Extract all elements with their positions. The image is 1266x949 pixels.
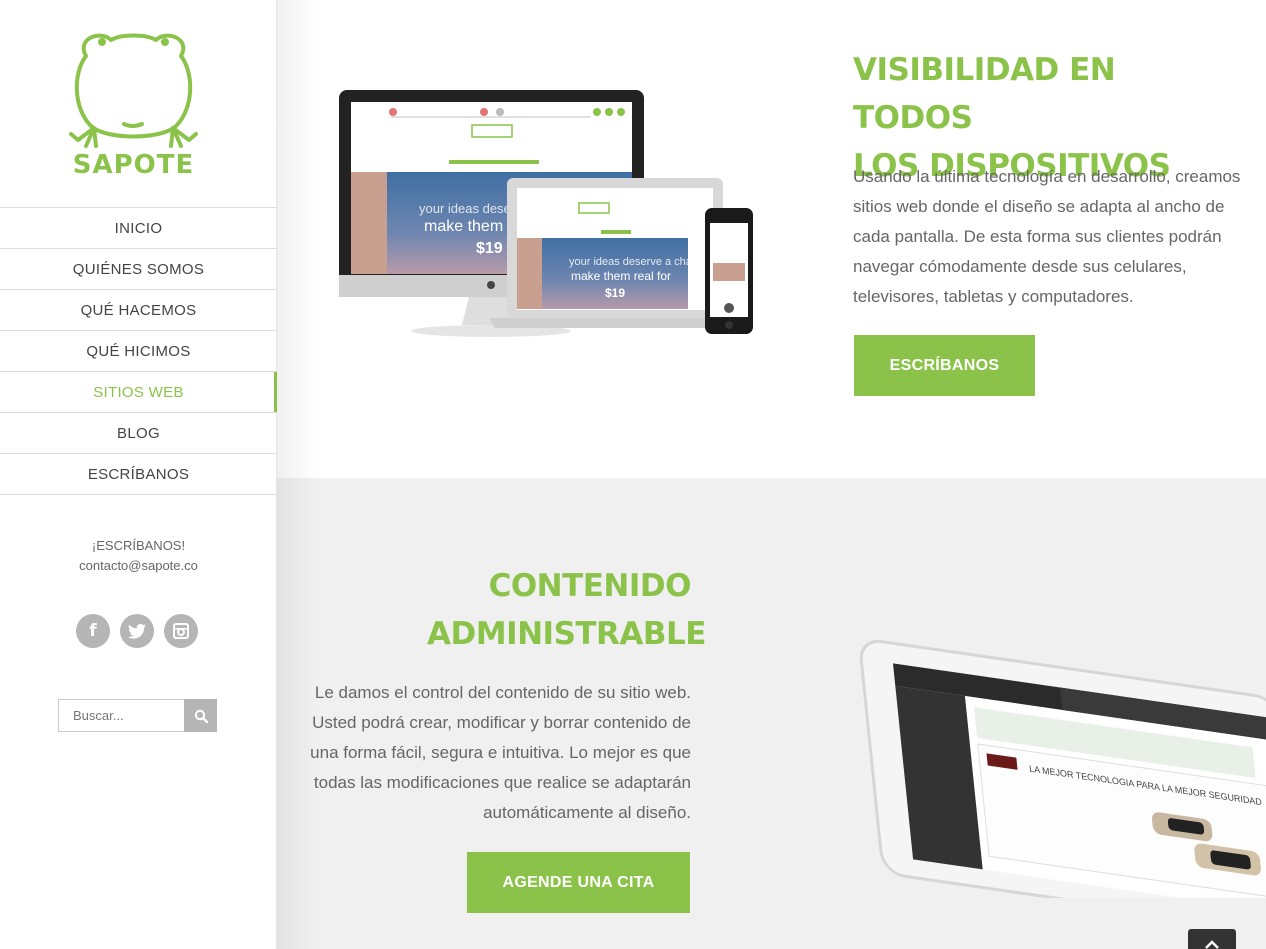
social-links: f [76, 614, 198, 648]
nav-item-que-hacemos[interactable]: QUÉ HACEMOS [0, 290, 277, 331]
responsive-devices-image: your ideas deserve a chance make them re… [339, 90, 753, 337]
escribanos-button[interactable]: ESCRÍBANOS [854, 335, 1035, 396]
scroll-to-top-button[interactable] [1188, 929, 1236, 949]
search-input[interactable] [58, 699, 184, 732]
nav-item-sitios-web[interactable]: SITIOS WEB [0, 372, 277, 413]
main-nav: INICIO QUIÉNES SOMOS QUÉ HACEMOS QUÉ HIC… [0, 207, 277, 495]
nav-item-que-hicimos[interactable]: QUÉ HICIMOS [0, 331, 277, 372]
responsive-section: your ideas deserve a chance make them re… [277, 0, 1266, 478]
section2-body: Le damos el control del contenido de su … [310, 683, 691, 822]
facebook-icon[interactable]: f [76, 614, 110, 648]
contact-email[interactable]: contacto@sapote.co [0, 556, 277, 576]
agende-cita-button[interactable]: AGENDE UNA CITA [467, 852, 690, 913]
tablet-cms-image: LA MEJOR TECNOLOGIA PARA LA MEJOR SEGURI… [859, 639, 1266, 898]
svg-text:make them real for: make them real for [571, 269, 671, 283]
brand-name: SAPOTE [72, 150, 195, 180]
mockup-price: $19 [476, 240, 503, 257]
frog-logo-icon [69, 33, 198, 148]
search-button[interactable] [184, 699, 217, 732]
svg-text:$19: $19 [605, 286, 625, 300]
svg-text:your ideas deserve a chance: your ideas deserve a chance [569, 256, 710, 268]
section2-title-line-1: CONTENIDO [488, 568, 692, 604]
section1-title-line-1: VISIBILIDAD EN TODOS [853, 52, 1116, 136]
section2-title: CONTENIDO ADMINISTRABLE [427, 562, 706, 658]
sidebar: SAPOTE INICIO QUIÉNES SOMOS QUÉ HACEMOS … [0, 0, 277, 949]
nav-item-quienes-somos[interactable]: QUIÉNES SOMOS [0, 249, 277, 290]
twitter-icon[interactable] [120, 614, 154, 648]
sapote-logo[interactable]: SAPOTE [66, 28, 201, 180]
section1-body: Usando la última tecnología en desarroll… [853, 167, 1241, 306]
nav-item-blog[interactable]: BLOG [0, 413, 277, 454]
cms-section: CONTENIDO ADMINISTRABLE Le damos el cont… [277, 478, 1266, 949]
nav-item-inicio[interactable]: INICIO [0, 208, 277, 249]
instagram-icon[interactable] [164, 614, 198, 648]
chevron-up-icon [1205, 940, 1219, 949]
contact-title: ¡ESCRÍBANOS! [91, 538, 186, 553]
nav-item-escribanos[interactable]: ESCRÍBANOS [0, 454, 277, 495]
search-form [58, 699, 217, 732]
search-icon [194, 709, 208, 723]
contact-block: ¡ESCRÍBANOS! contacto@sapote.co [0, 536, 277, 576]
section2-title-line-2: ADMINISTRABLE [427, 616, 706, 652]
